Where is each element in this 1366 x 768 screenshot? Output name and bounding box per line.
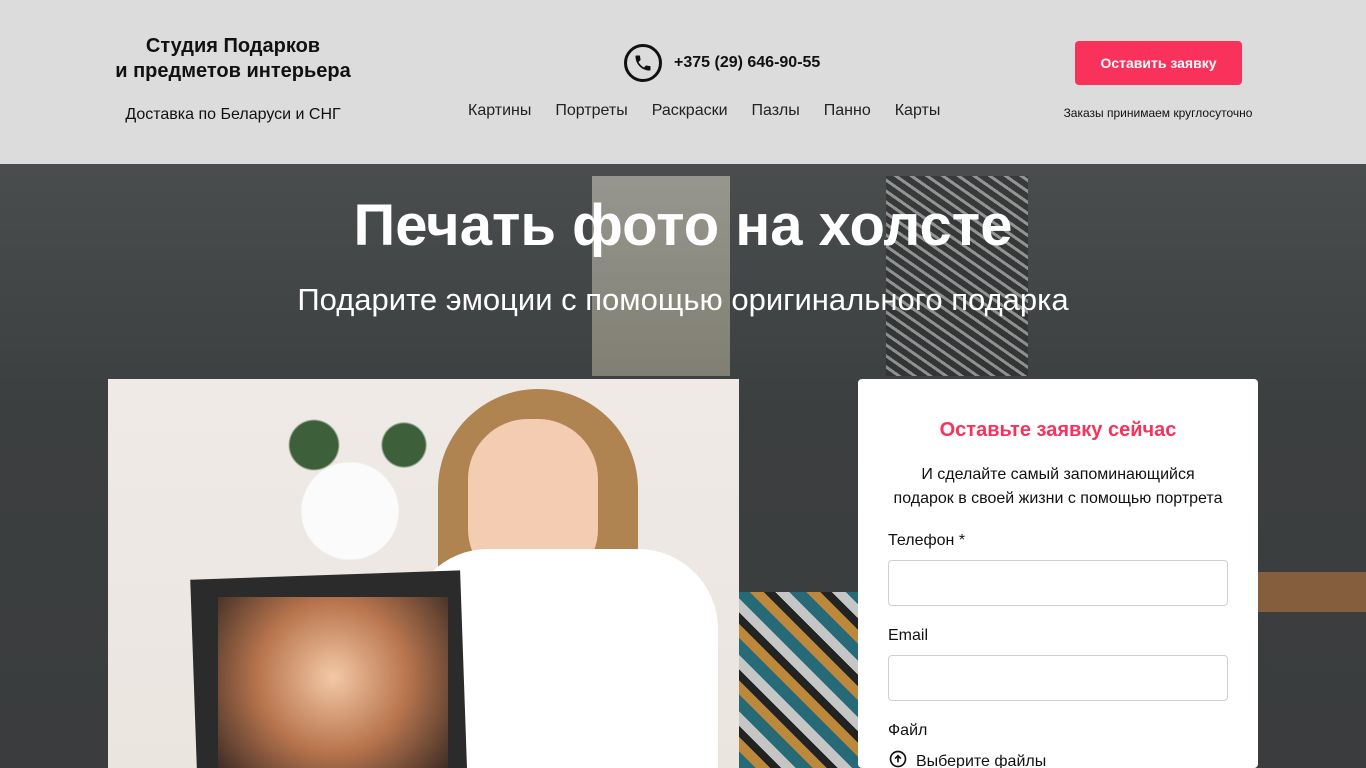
canvas-portrait [218, 597, 448, 768]
working-hours: Заказы принимаем круглосуточно [1063, 106, 1253, 120]
brand-line-1: Студия Подарков [145, 35, 321, 57]
nav-item-coloring[interactable]: Раскраски [652, 102, 728, 120]
file-field-label: Файл [888, 722, 928, 739]
form-description: И сделайте самый запоминающийся подарок … [858, 463, 1258, 511]
nav-item-panels[interactable]: Панно [824, 102, 871, 120]
delivery-info: Доставка по Беларуси и СНГ [125, 106, 341, 123]
hero-title: Печать фото на холсте [353, 193, 1013, 258]
nav-item-portraits[interactable]: Портреты [555, 102, 627, 120]
phone-field[interactable] [888, 560, 1228, 606]
background-pillow [739, 592, 859, 768]
nav-item-puzzles[interactable]: Пазлы [752, 102, 800, 120]
hero-subtitle: Подарите эмоции с помощью оригинального … [297, 282, 1069, 317]
upload-icon [888, 749, 916, 768]
nav-item-paintings[interactable]: Картины [468, 102, 531, 120]
request-form: Оставьте заявку сейчас И сделайте самый … [858, 379, 1258, 768]
form-desc-line-2: подарок в своей жизни с помощью портрета [893, 490, 1223, 507]
hero-section: Печать фото на холсте Подарите эмоции с … [0, 164, 1366, 768]
hero-photo [108, 379, 739, 768]
brand-name[interactable]: Студия Подарков и предметов интерьера [108, 34, 358, 84]
phone-field-label: Телефон * [888, 532, 966, 549]
email-field-label: Email [888, 627, 929, 644]
brand-line-2: и предметов интерьера [115, 60, 351, 82]
form-title: Оставьте заявку сейчас [939, 419, 1177, 441]
request-button[interactable]: Оставить заявку [1075, 41, 1242, 85]
file-upload-label: Выберите файлы [916, 752, 1047, 768]
background-shelf [1258, 572, 1366, 612]
phone-contact[interactable]: +375 (29) 646-90-55 [624, 44, 820, 82]
main-nav: Картины Портреты Раскраски Пазлы Панно К… [456, 102, 952, 120]
form-desc-line-1: И сделайте самый запоминающийся [921, 466, 1195, 483]
site-header: Студия Подарков и предметов интерьера До… [0, 0, 1366, 164]
nav-item-maps[interactable]: Карты [895, 102, 941, 120]
email-field[interactable] [888, 655, 1228, 701]
phone-number[interactable]: +375 (29) 646-90-55 [674, 54, 820, 72]
phone-icon [624, 44, 662, 82]
flowers-decoration [260, 379, 440, 599]
file-upload-button[interactable]: Выберите файлы [888, 749, 1046, 768]
